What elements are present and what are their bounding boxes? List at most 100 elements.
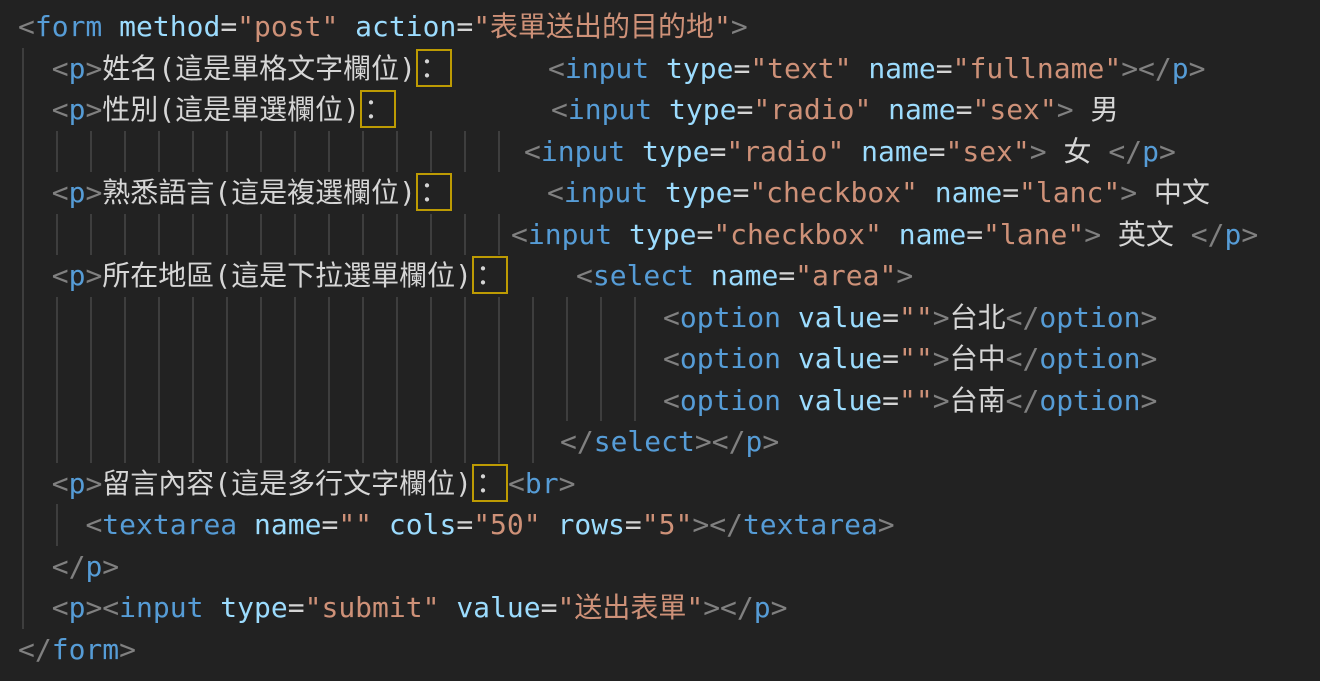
indent-guide	[226, 131, 228, 173]
attribute-token: cols	[372, 508, 456, 541]
indent-guide	[90, 131, 92, 173]
tag-token: input	[565, 52, 649, 85]
code-line[interactable]: <option value="">台南</option>	[18, 380, 1320, 422]
code-editor[interactable]: <form method="post" action="表單送出的目的地"> <…	[0, 0, 1320, 681]
code-line[interactable]: </p>	[18, 546, 1320, 588]
code-line[interactable]: <option value="">台北</option>	[18, 297, 1320, 339]
punctuation-token: <	[508, 467, 525, 500]
indent-guide	[396, 380, 398, 422]
indent-guide	[600, 338, 602, 380]
indent-guide	[90, 214, 92, 256]
value-token: "radio"	[726, 135, 844, 168]
code-line-continuation: <input type="checkbox" name="lanc"> 中文	[547, 172, 1210, 214]
punctuation-token: ><	[85, 591, 119, 624]
text-token: 台中	[950, 342, 1006, 375]
code-line-continuation: <option value="">台中</option>	[663, 338, 1157, 380]
punctuation-token: >	[85, 467, 102, 500]
indent-guide	[22, 587, 24, 629]
text-token: 男	[1074, 93, 1119, 126]
attribute-token: name	[882, 218, 966, 251]
text-token	[18, 508, 85, 541]
text-token: 熟悉語言(這是複選欄位)	[102, 176, 416, 209]
indent-guide	[600, 380, 602, 422]
indent-guide	[192, 131, 194, 173]
indent-guide	[498, 338, 500, 380]
attribute-token: rows	[541, 508, 625, 541]
punctuation-token: <	[576, 259, 593, 292]
code-line[interactable]: <textarea name="" cols="50" rows="5"></t…	[18, 504, 1320, 546]
punctuation-token: </	[18, 633, 52, 666]
value-token: "50"	[473, 508, 540, 541]
tag-token: option	[1039, 301, 1140, 334]
code-line-continuation: <input type="text" name="fullname"></p>	[548, 48, 1206, 90]
tag-token: textarea	[743, 508, 878, 541]
tag-token: input	[541, 135, 625, 168]
indent-guide	[430, 338, 432, 380]
indent-guide	[22, 297, 24, 339]
indent-guide	[56, 421, 58, 463]
indent-guide	[260, 421, 262, 463]
code-line-continuation: </select></p>	[560, 421, 779, 463]
unicode-highlight-box: ：	[360, 90, 396, 128]
punctuation-token: ></	[703, 591, 754, 624]
code-line[interactable]: <form method="post" action="表單送出的目的地">	[18, 6, 1320, 48]
code-line[interactable]: <p>留言內容(這是多行文字欄位)：<br>	[18, 463, 1320, 505]
punctuation-token: <	[548, 52, 565, 85]
indent-guide	[90, 421, 92, 463]
value-token: "lane"	[983, 218, 1084, 251]
indent-guide	[464, 421, 466, 463]
value-token: "sex"	[945, 135, 1029, 168]
indent-guide	[124, 131, 126, 173]
indent-guide	[22, 89, 24, 131]
code-line[interactable]: <option value="">台中</option>	[18, 338, 1320, 380]
attribute-token: name	[844, 135, 928, 168]
tag-token: p	[69, 591, 86, 624]
indent-guide	[192, 380, 194, 422]
indent-guide	[328, 214, 330, 256]
punctuation-token: >	[933, 342, 950, 375]
code-line[interactable]: </select></p>	[18, 421, 1320, 463]
indent-guide	[464, 214, 466, 256]
tag-token: input	[568, 93, 652, 126]
code-line[interactable]: </form>	[18, 629, 1320, 671]
punctuation-token: >	[85, 52, 102, 85]
code-line[interactable]: <input type="checkbox" name="lane"> 英文 <…	[18, 214, 1320, 256]
code-line[interactable]: <p>熟悉語言(這是複選欄位)：<input type="checkbox" n…	[18, 172, 1320, 214]
indent-guide	[192, 297, 194, 339]
code-line[interactable]: <input type="radio" name="sex"> 女 </p>	[18, 131, 1320, 173]
indent-guide	[192, 421, 194, 463]
indent-guide	[362, 380, 364, 422]
indent-guide	[192, 338, 194, 380]
indent-guide	[396, 131, 398, 173]
attribute-token: name	[871, 93, 955, 126]
punctuation-token: <	[52, 467, 69, 500]
punctuation-token: ></	[1121, 52, 1172, 85]
code-line[interactable]: <p><input type="submit" value="送出表單"></p…	[18, 587, 1320, 629]
indent-guide	[158, 338, 160, 380]
tag-token: input	[528, 218, 612, 251]
indent-guide	[124, 214, 126, 256]
indent-guide	[158, 297, 160, 339]
tag-token: option	[680, 384, 781, 417]
indent-guide	[124, 380, 126, 422]
text-token: 性別(這是單選欄位)	[102, 93, 360, 126]
code-line[interactable]: <p>所在地區(這是下拉選單欄位)：<select name="area">	[18, 255, 1320, 297]
punctuation-token: <	[551, 93, 568, 126]
attribute-token: type	[652, 93, 736, 126]
indent-guide	[498, 214, 500, 256]
code-line[interactable]: <p>性別(這是單選欄位)：<input type="radio" name="…	[18, 89, 1320, 131]
punctuation-token: </	[1006, 342, 1040, 375]
attribute-token: name	[851, 52, 935, 85]
value-token: "area"	[795, 259, 896, 292]
punctuation-token: <	[663, 301, 680, 334]
indent-guide	[498, 131, 500, 173]
indent-guide	[498, 421, 500, 463]
code-line-continuation: <input type="radio" name="sex"> 女 </p>	[524, 131, 1176, 173]
indent-guide	[56, 380, 58, 422]
text-token: 留言內容(這是多行文字欄位)	[102, 467, 472, 500]
indent-guide	[362, 297, 364, 339]
code-line[interactable]: <p>姓名(這是單格文字欄位)：<input type="text" name=…	[18, 48, 1320, 90]
indent-guide	[294, 214, 296, 256]
text-token: 女	[1047, 135, 1109, 168]
indent-guide	[362, 338, 364, 380]
